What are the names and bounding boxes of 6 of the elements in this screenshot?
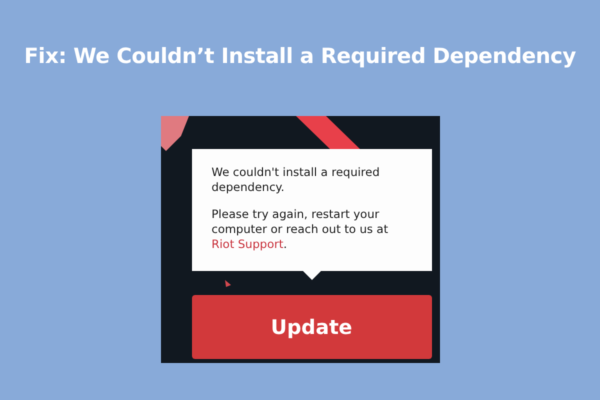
update-button[interactable]: Update [192, 295, 432, 359]
cursor-icon [224, 280, 230, 287]
headline: Fix: We Couldn’t Install a Required Dependency [24, 44, 576, 68]
help-text: Please try again, restart your computer or reach out to us at Riot Support. [212, 207, 390, 252]
support-link[interactable]: Riot Support [212, 237, 284, 251]
error-message: We couldn't install a required dependency. [212, 165, 381, 195]
